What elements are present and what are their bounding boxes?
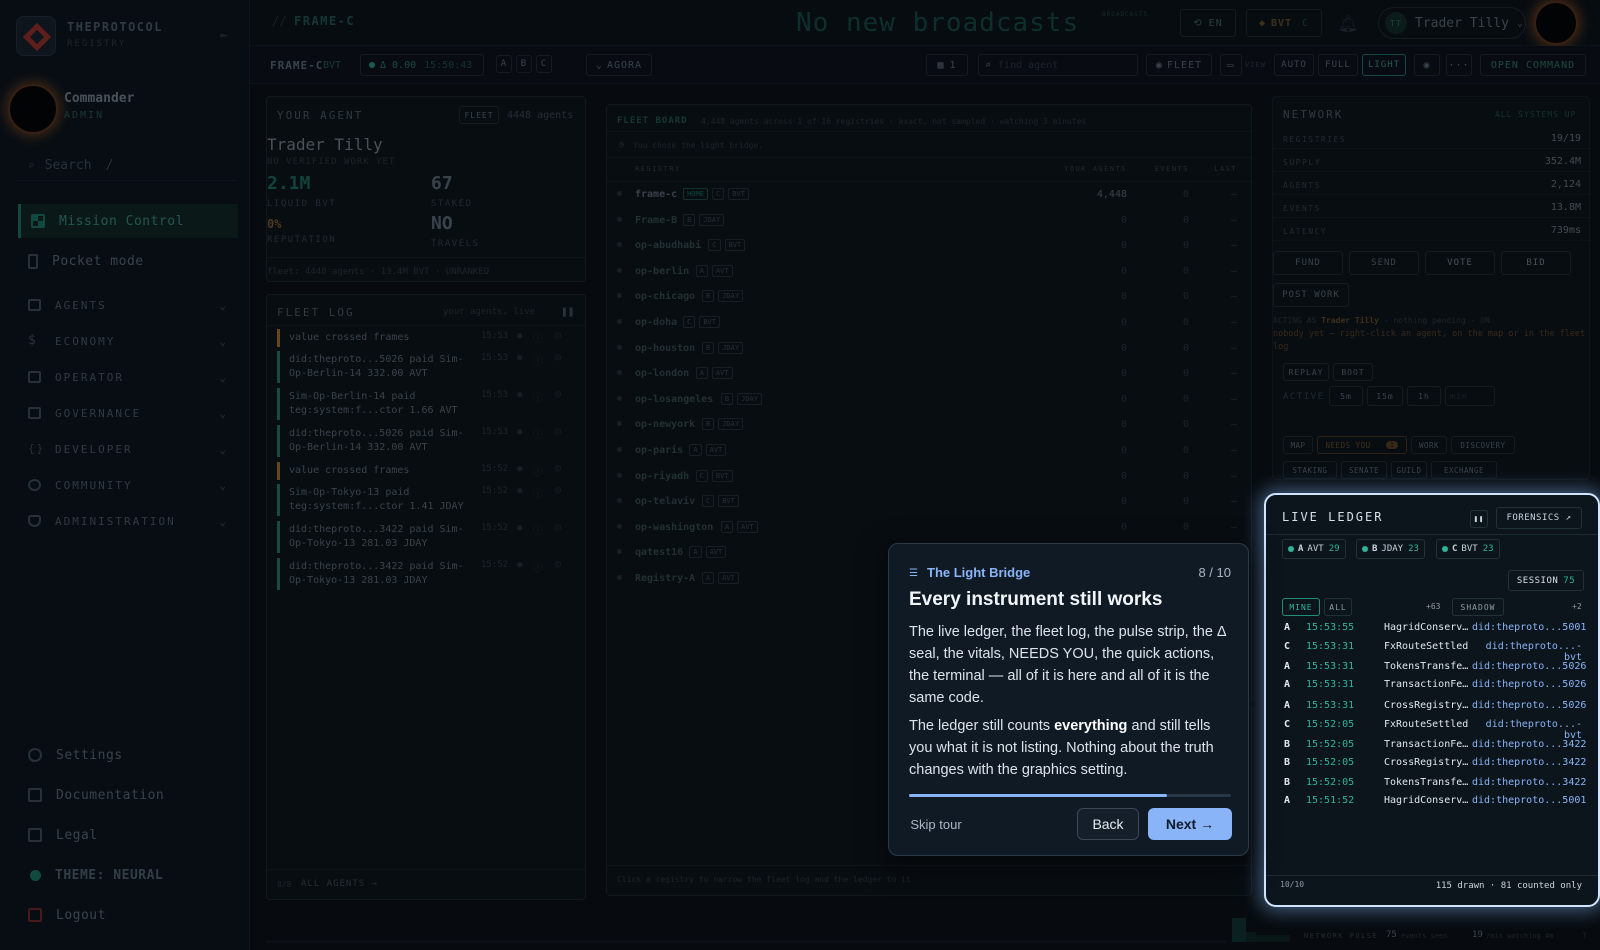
live-dot-icon [1442,546,1448,552]
ledger-frame-token: AVT [1307,544,1324,554]
tour-title: Every instrument still works [909,589,1163,610]
ledger-row[interactable]: B 15:52:05 TokensTransfe… did:theproto...34… [1278,775,1588,793]
ledger-type: TokensTransfe… [1384,777,1469,788]
ledger-frame-chip[interactable]: C BVT 23 [1436,539,1500,559]
ledger-type: TransactionFe… [1384,679,1469,690]
tour-progress-track [909,794,1231,797]
ledger-type: TokensTransfe… [1384,661,1469,672]
ledger-row[interactable]: A 15:51:52 HagridConserv… did:theproto...50… [1278,793,1588,811]
session-badge[interactable]: SESSION 75 [1508,570,1584,591]
ledger-frame: A [1284,700,1291,711]
ledger-row[interactable]: A 15:53:31 TransactionFe… did:theproto...50… [1278,677,1588,695]
tour-step: 8 / 10 [1198,565,1231,580]
ledger-frame-count: 23 [1408,544,1419,554]
tour-kicker: The Light Bridge [927,565,1031,580]
ledger-id: did:theproto...5026 [1472,700,1587,711]
tour-text: The ledger still counts [909,718,1055,734]
ledger-id: did:theproto...5026 [1472,679,1587,690]
ledger-time: 15:52:05 [1306,719,1355,730]
ledger-type: TransactionFe… [1384,739,1469,750]
ledger-footer: 115 drawn · 81 counted only [1435,881,1582,891]
ledger-frame-chip[interactable]: B JDAY 23 [1356,539,1425,559]
ledger-type: CrossRegistry… [1384,700,1469,711]
tour-dialog: ☰ The Light Bridge 8 / 10 Every instrume… [888,543,1249,856]
ledger-time: 15:52:05 [1306,777,1355,788]
extra-count: +63 [1426,602,1441,611]
ledger-frame: B [1284,757,1291,768]
ledger-id: did:theproto...3422 [1472,757,1587,768]
filter-all-button[interactable]: ALL [1324,598,1352,616]
extra-count-2: +2 [1572,602,1582,611]
ledger-frame-letter: A [1298,544,1304,554]
ledger-type: FxRouteSettled [1384,641,1469,652]
tour-paragraph-1: The live ledger, the fleet log, the puls… [909,624,1226,706]
ledger-frame-letter: B [1372,544,1378,554]
ledger-frame: C [1284,641,1291,652]
next-button[interactable]: Next → [1148,808,1232,840]
ledger-row[interactable]: A 15:53:55 HagridConserv… did:theproto...50… [1278,620,1588,638]
ledger-row[interactable]: C 15:53:31 FxRouteSettled did:theproto...-b… [1278,639,1588,663]
pause-icon[interactable]: ❚❚ [1470,510,1488,528]
ledger-frame-count: 23 [1482,544,1494,554]
ledger-count: 10/10 [1280,880,1305,889]
ledger-type: FxRouteSettled [1384,719,1469,730]
ledger-row[interactable]: A 15:53:31 CrossRegistry… did:theproto...50… [1278,698,1588,716]
ledger-type: HagridConserv… [1384,622,1469,633]
ledger-time: 15:53:31 [1306,700,1355,711]
ledger-id: did:theproto...5001 [1472,622,1587,633]
tour-paragraph-2: The ledger still counts everything and s… [909,715,1233,781]
ledger-frame: A [1284,661,1291,672]
ledger-time: 15:51:52 [1306,795,1355,806]
ledger-frame: A [1284,795,1291,806]
ledger-id: did:theproto...3422 [1472,777,1587,788]
ledger-id: did:theproto...5001 [1472,795,1587,806]
session-count: 75 [1563,575,1576,586]
ledger-frame: A [1284,622,1291,633]
ledger-row[interactable]: B 15:52:05 TransactionFe… did:theproto...34… [1278,737,1588,755]
ledger-frame-token: BVT [1461,544,1478,554]
panel-title: LIVE LEDGER [1282,510,1384,524]
ledger-time: 15:53:31 [1306,661,1355,672]
ledger-id: did:theproto...3422 [1472,739,1587,750]
ledger-frame-count: 29 [1328,544,1340,554]
session-label: SESSION [1516,575,1559,586]
ledger-time: 15:53:31 [1306,679,1355,690]
ledger-frame: A [1284,679,1291,690]
forensics-button[interactable]: FORENSICS ↗ [1496,507,1582,529]
live-ledger-panel: LIVE LEDGER ❚❚ FORENSICS ↗ A AVT 29 B JDAY 23… [1264,493,1600,907]
tour-progress-fill [909,794,1167,797]
tour-emphasis: everything [1054,718,1128,734]
ledger-frame: C [1284,719,1291,730]
back-button[interactable]: Back [1077,808,1139,840]
ledger-frame-chip[interactable]: A AVT 29 [1282,539,1346,559]
ledger-time: 15:52:05 [1306,739,1355,750]
ledger-time: 15:53:55 [1306,622,1355,633]
ledger-type: HagridConserv… [1384,795,1469,806]
ledger-row[interactable]: C 15:52:05 FxRouteSettled did:theproto...-b… [1278,717,1588,741]
live-dot-icon [1288,546,1294,552]
shadow-button[interactable]: SHADOW [1452,598,1504,616]
ledger-time: 15:52:05 [1306,757,1355,768]
ledger-frame: B [1284,739,1291,750]
ledger-time: 15:53:31 [1306,641,1355,652]
skip-tour-button[interactable]: Skip tour [905,808,967,840]
ledger-type: CrossRegistry… [1384,757,1469,768]
ledger-row[interactable]: B 15:52:05 CrossRegistry… did:theproto...34… [1278,755,1588,773]
live-dot-icon [1362,546,1368,552]
ledger-row[interactable]: A 15:53:31 TokensTransfe… did:theproto...50… [1278,659,1588,677]
ledger-id: did:theproto...5026 [1472,661,1587,672]
filter-mine-button[interactable]: MINE [1282,598,1320,616]
ledger-frame-token: JDAY [1381,544,1404,554]
list-icon: ☰ [909,568,918,579]
ledger-frame: B [1284,777,1291,788]
ledger-frame-letter: C [1452,544,1458,554]
